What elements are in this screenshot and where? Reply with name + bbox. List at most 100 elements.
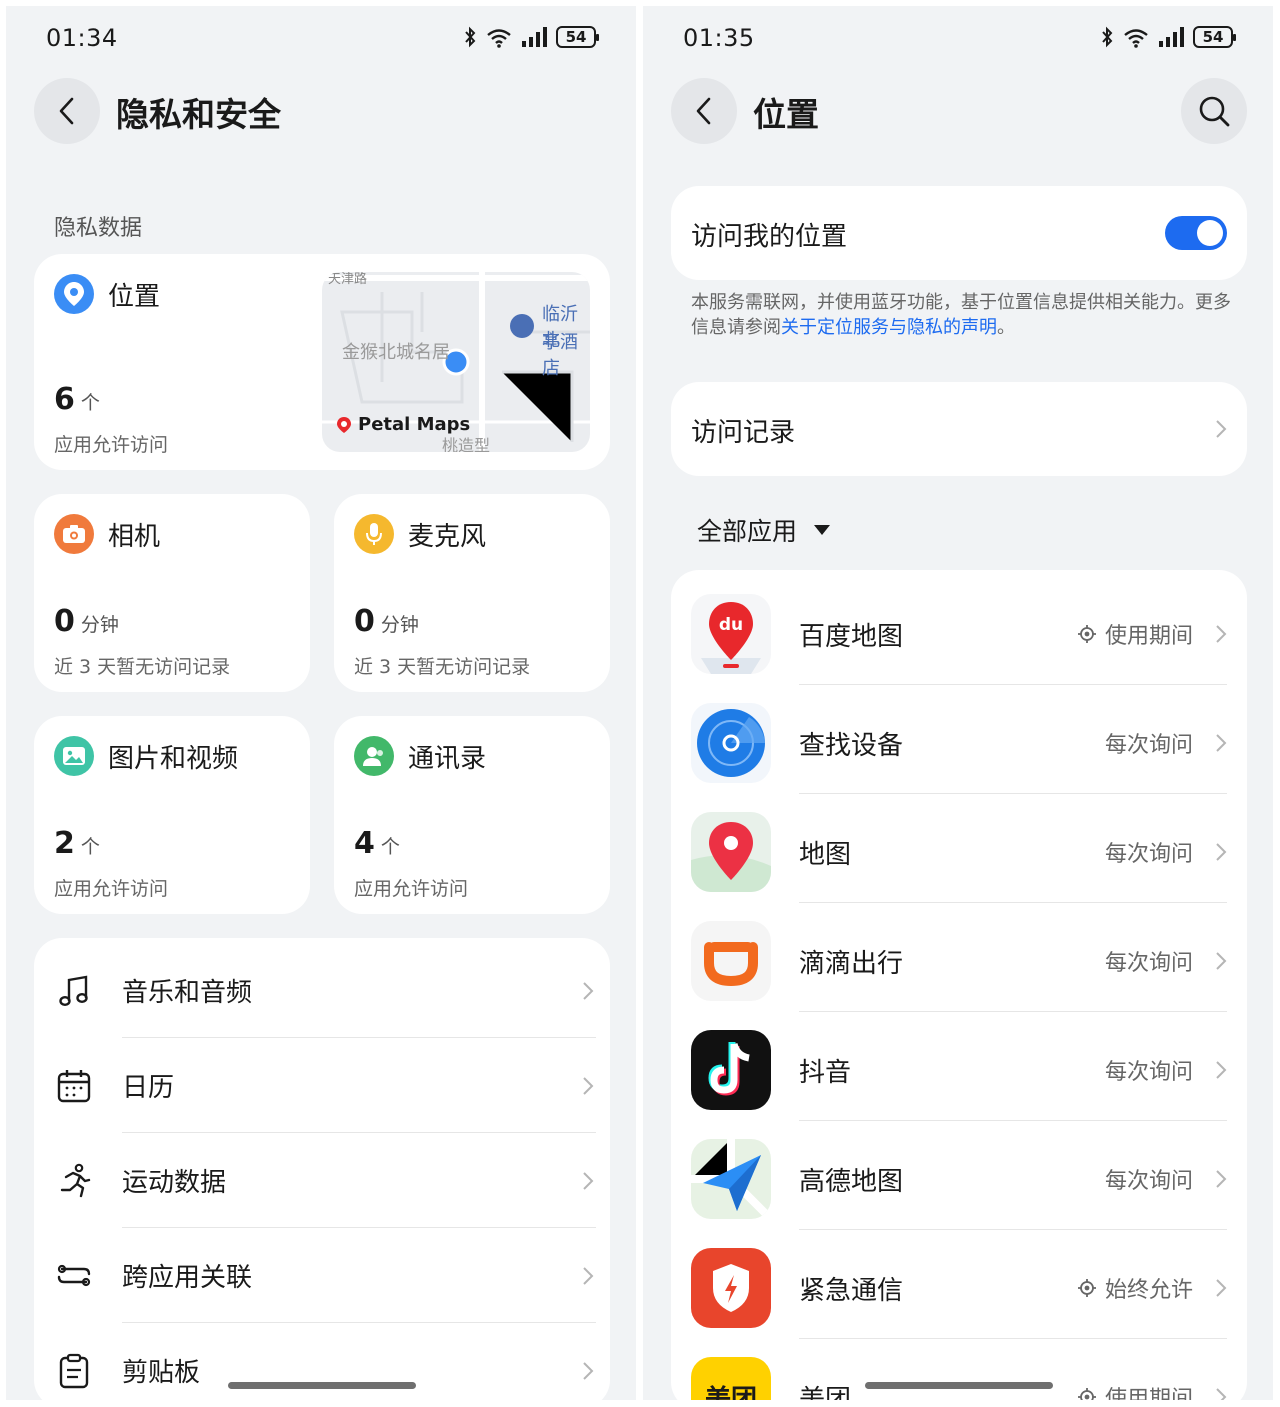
app-row-baidu-maps[interactable]: du 百度地图 使用期间 [671, 576, 1247, 685]
app-row-amap[interactable]: 高德地图 每次询问 [671, 1121, 1247, 1230]
microphone-icon [354, 514, 394, 554]
card-subtitle: 应用允许访问 [354, 878, 469, 900]
privacy-statement-link[interactable]: 关于定位服务与隐私的声明 [781, 317, 997, 338]
bluetooth-icon [1102, 26, 1113, 48]
search-icon [1199, 96, 1230, 127]
page-title: 隐私和安全 [116, 95, 281, 134]
access-history-row[interactable]: 访问记录 [671, 382, 1247, 476]
camera-card[interactable]: 相机 0 分钟 近 3 天暂无访问记录 [34, 494, 310, 692]
home-indicator[interactable] [228, 1382, 416, 1389]
card-title: 相机 [108, 521, 161, 552]
list-item-music-audio[interactable]: 音乐和音频 [34, 943, 610, 1038]
locate-icon [1077, 625, 1096, 643]
app-count: 6个 [54, 382, 100, 417]
list-item-label: 跨应用关联 [122, 1263, 253, 1293]
wifi-icon [1124, 29, 1148, 48]
location-toggle[interactable] [1165, 216, 1227, 250]
access-history-label: 访问记录 [691, 418, 796, 448]
list-item-calendar[interactable]: 日历 [34, 1038, 610, 1133]
permission-status: 始终允许 [1077, 1272, 1193, 1304]
locate-icon [1077, 1388, 1096, 1400]
douyin-icon [691, 1030, 771, 1110]
wifi-icon [487, 29, 511, 48]
card-subtitle: 近 3 天暂无访问记录 [54, 656, 231, 678]
maps-icon [691, 812, 771, 892]
contacts-card[interactable]: 通讯录 4个 应用允许访问 [334, 716, 610, 914]
map-street-label: 天津路 [328, 272, 368, 287]
location-access-toggle-row[interactable]: 访问我的位置 [671, 186, 1247, 280]
location-screen: 01:35 54 位置 访问我的位置 本服务需联网，并使用蓝牙功能，基于位置信息… [643, 6, 1273, 1400]
home-indicator[interactable] [865, 1382, 1053, 1389]
permission-status: 每次询问 [1104, 951, 1193, 976]
cross-app-icon [57, 1264, 91, 1286]
privacy-list: 音乐和音频 日历 运动数据 跨应用关联 剪贴板 [34, 938, 610, 1400]
app-row-emergency[interactable]: 紧急通信 始终允许 [671, 1230, 1247, 1339]
emergency-icon [691, 1248, 771, 1328]
music-note-icon [59, 975, 88, 1006]
usage-minutes: 0 分钟 [54, 604, 119, 639]
app-row-maps[interactable]: 地图 每次询问 [671, 794, 1247, 903]
battery-indicator: 54 [1193, 26, 1236, 48]
svg-text:du: du [719, 615, 743, 635]
app-name: 紧急通信 [799, 1276, 904, 1306]
chevron-right-icon [1216, 1061, 1227, 1079]
app-name: 查找设备 [799, 731, 904, 761]
section-label: 隐私数据 [54, 216, 143, 241]
location-card[interactable]: 位置 6个 应用允许访问 天津路 金猴北城名居 临沂北 亭酒店 Petal Ma… [34, 254, 610, 470]
card-title: 通讯录 [408, 743, 487, 774]
photos-videos-card[interactable]: 图片和视频 2个 应用允许访问 [34, 716, 310, 914]
app-filter-dropdown[interactable]: 全部应用 [697, 512, 831, 548]
toggle-label: 访问我的位置 [691, 222, 848, 252]
list-item-exercise-data[interactable]: 运动数据 [34, 1133, 610, 1228]
find-device-icon [691, 703, 771, 783]
signal-icon [522, 27, 547, 47]
petal-maps-icon [337, 416, 351, 433]
app-row-meituan[interactable]: 美团 美团 使用期间 [671, 1339, 1247, 1400]
chevron-right-icon [583, 1266, 594, 1285]
baidu-maps-icon: du [691, 594, 771, 674]
card-subtitle: 应用允许访问 [54, 434, 169, 456]
list-item-label: 剪贴板 [122, 1358, 201, 1388]
privacy-security-screen: 01:34 54 隐私和安全 隐私数据 位置 6个 应用允许访问 天津路 金猴北… [6, 6, 636, 1400]
map-place2-label: 桃造型 [442, 436, 491, 452]
permission-status: 每次询问 [1104, 842, 1193, 867]
chevron-right-icon [583, 1171, 594, 1190]
map-preview: 天津路 金猴北城名居 临沂北 亭酒店 Petal Maps 桃造型 [322, 272, 590, 452]
camera-icon [54, 514, 94, 554]
app-name: 滴滴出行 [799, 949, 904, 979]
calendar-icon [57, 1069, 91, 1102]
app-count: 4个 [354, 826, 400, 861]
chevron-right-icon [1216, 420, 1227, 438]
app-row-douyin[interactable]: 抖音 每次询问 [671, 1012, 1247, 1121]
status-bar: 01:34 54 [6, 24, 636, 52]
bluetooth-icon [465, 26, 476, 48]
meituan-icon: 美团 [691, 1357, 771, 1400]
app-count: 2个 [54, 826, 100, 861]
card-title: 图片和视频 [108, 743, 239, 774]
permission-status: 使用期间 [1077, 618, 1193, 650]
search-button[interactable] [1181, 78, 1247, 144]
app-name: 地图 [799, 840, 852, 870]
chevron-right-icon [583, 1361, 594, 1380]
card-subtitle: 近 3 天暂无访问记录 [354, 656, 531, 678]
permission-status: 每次询问 [1104, 1060, 1193, 1085]
microphone-card[interactable]: 麦克风 0 分钟 近 3 天暂无访问记录 [334, 494, 610, 692]
chevron-right-icon [1216, 1170, 1227, 1188]
filter-label: 全部应用 [697, 517, 798, 546]
card-title: 麦克风 [408, 521, 487, 552]
signal-icon [1159, 27, 1184, 47]
app-row-didi[interactable]: 滴滴出行 每次询问 [671, 903, 1247, 1012]
permission-status: 每次询问 [1104, 1169, 1193, 1194]
list-item-cross-app[interactable]: 跨应用关联 [34, 1228, 610, 1323]
locate-icon [1077, 1279, 1096, 1297]
back-button[interactable] [671, 78, 737, 144]
status-time: 01:34 [46, 24, 118, 52]
usage-minutes: 0 分钟 [354, 604, 419, 639]
app-name: 抖音 [799, 1058, 852, 1088]
contacts-icon [354, 736, 394, 776]
location-description: 本服务需联网，并使用蓝牙功能，基于位置信息提供相关能力。更多信息请参阅关于定位服… [691, 292, 1231, 338]
permission-status: 使用期间 [1077, 1381, 1193, 1400]
app-list: du 百度地图 使用期间 查找设备 每次询问 地图 每次询问 滴滴出行 每次询问… [671, 570, 1247, 1400]
app-row-find-device[interactable]: 查找设备 每次询问 [671, 685, 1247, 794]
back-button[interactable] [34, 78, 100, 144]
